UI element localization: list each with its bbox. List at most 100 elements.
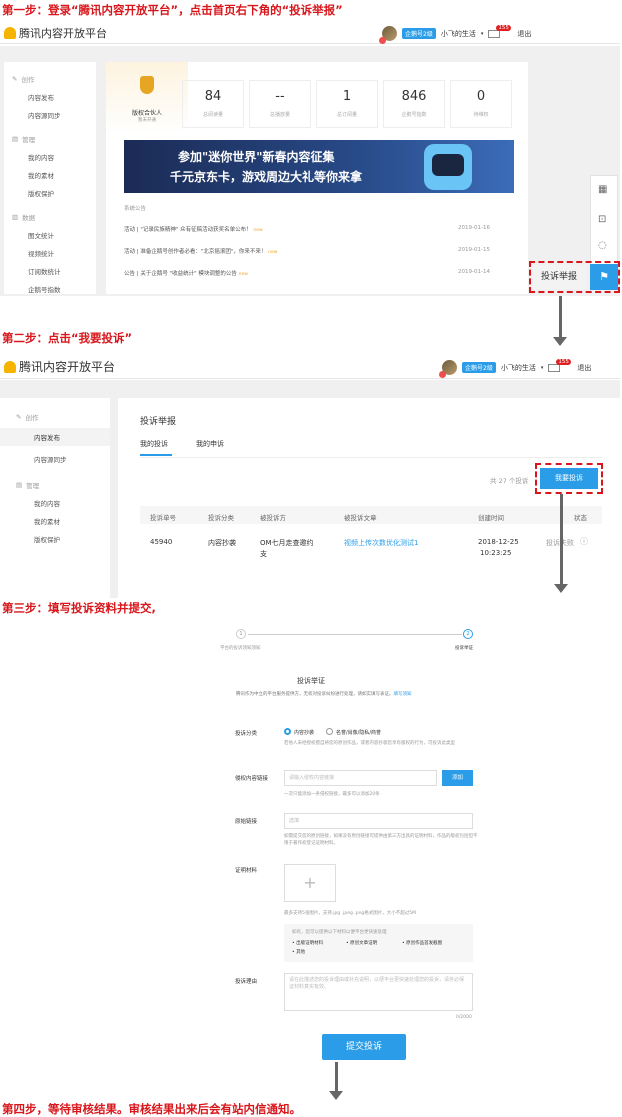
- report-tooltip[interactable]: 投诉举报: [532, 265, 586, 289]
- reason-label: 投诉理由: [235, 979, 258, 985]
- level-badge: 企鹅号2级: [402, 28, 436, 39]
- report-panel: [118, 398, 620, 598]
- tab-my-appeals[interactable]: 我的申诉: [196, 439, 224, 449]
- header-1: 腾讯内容开放平台 企鹅号2级 小飞的生活 ▾ 155 退出: [0, 22, 620, 44]
- submit-button[interactable]: 提交投诉: [322, 1034, 406, 1060]
- col-status: 状态: [574, 514, 587, 522]
- link-label: 侵权内容链接: [235, 776, 269, 782]
- edit-icon: ✎: [16, 413, 22, 421]
- sidebar-item-publish[interactable]: 内容发布: [12, 92, 88, 102]
- col-target: 被投诉方: [260, 514, 286, 522]
- flag-icon[interactable]: ⚑: [590, 264, 618, 290]
- logo[interactable]: 腾讯内容开放平台: [4, 25, 107, 41]
- sidebar-item-my-material[interactable]: 我的素材: [0, 516, 110, 526]
- username[interactable]: 小飞的生活: [441, 29, 476, 39]
- col-category: 投诉分类: [208, 514, 234, 522]
- dashboard-main: 版权合伙人 暂未开通 84 总阅读量 -- 总播放量 1 总订阅量 846 企鹅号指数 …: [106, 62, 528, 294]
- active-tab-underline: [140, 454, 172, 456]
- notice-date: 2019-01-14: [458, 269, 490, 275]
- avatar[interactable]: [379, 26, 397, 44]
- bell-logo-icon: [4, 27, 16, 39]
- sidebar-item-copyright[interactable]: 版权保护: [0, 534, 110, 544]
- sidebar-item-video-stats[interactable]: 视频统计: [12, 248, 88, 258]
- radio-reputation[interactable]: [326, 728, 333, 735]
- sidebar-item-sub-stats[interactable]: 订阅数统计: [12, 266, 88, 276]
- char-counter: 0/2000: [456, 1015, 472, 1020]
- floating-toolbar: ▦ ⊡ ◌: [590, 175, 618, 267]
- col-article: 被投诉文章: [344, 514, 377, 522]
- tab-divider: [140, 457, 602, 458]
- copyright-partner-badge[interactable]: 版权合伙人 暂未开通: [106, 62, 188, 134]
- category-label: 投诉分类: [235, 731, 258, 737]
- bell-logo-icon: [4, 360, 16, 373]
- logo[interactable]: 腾讯内容开放平台: [4, 358, 115, 375]
- arrow-down-icon: [553, 337, 567, 346]
- stat-subscribe: 1 总订阅量: [316, 80, 378, 128]
- sidebar-item-copyright[interactable]: 版权保护: [12, 188, 88, 198]
- col-id: 投诉单号: [150, 514, 176, 522]
- progress-line: [248, 634, 462, 635]
- add-button[interactable]: 添加: [442, 770, 473, 786]
- qrcode-icon[interactable]: ▦: [598, 184, 607, 195]
- link-input[interactable]: 请输入侵权内容链接: [284, 770, 437, 786]
- reason-textarea[interactable]: 请在此描述您的投诉理由或补充说明，以便平台更快速处理您的投诉，请务必保证材料真实…: [284, 973, 473, 1011]
- mail-icon[interactable]: 155: [488, 24, 511, 38]
- mail-icon[interactable]: 155: [548, 358, 571, 372]
- stat-read: 84 总阅读量: [182, 80, 244, 128]
- step2-instruction: 第二步：点击“我要投诉”: [2, 331, 133, 345]
- chat-icon[interactable]: ◌: [598, 240, 607, 251]
- notice-date: 2019-01-16: [458, 225, 490, 231]
- source-label: 原始链接: [235, 819, 258, 825]
- step1-instruction: 第一步：登录“腾讯内容开放平台”，点击首页右下角的“投诉举报”: [2, 3, 343, 17]
- col-created: 创建时间: [478, 514, 504, 522]
- sidebar-item-my-content[interactable]: 我的内容: [0, 498, 110, 508]
- sidebar-item-my-material[interactable]: 我的素材: [12, 170, 88, 180]
- logout-link[interactable]: 退出: [577, 363, 591, 373]
- sidebar-item-sync[interactable]: 内容源同步: [12, 110, 88, 120]
- promo-banner[interactable]: 参加"迷你世界"新春内容征集 千元京东卡，游戏周边大礼等你来拿: [124, 140, 514, 193]
- sidebar-group-manage: ▤ 管理: [12, 135, 36, 144]
- medal-icon: [140, 76, 154, 94]
- progress-step1-label: 平台的投诉须知须知: [220, 646, 261, 651]
- sidebar-group-data: ▥ 数据: [12, 213, 36, 222]
- notice-item[interactable]: 活动 | 准备企鹅号创作者必看："北京摇滚团"，你来不来！ new: [124, 247, 277, 255]
- edit-icon: ✎: [12, 75, 18, 83]
- notice-item[interactable]: 公告 | 关于企鹅号 "收益统计" 模块调整的公告 new: [124, 269, 248, 277]
- guide-link[interactable]: 填写须知: [394, 692, 412, 697]
- stat-play: -- 总播放量: [249, 80, 311, 128]
- logout-link[interactable]: 退出: [517, 29, 531, 39]
- sidebar-item-sync[interactable]: 内容源同步: [0, 454, 110, 464]
- info-icon[interactable]: ⓘ: [580, 536, 588, 547]
- report-button[interactable]: 我要投诉: [540, 468, 598, 489]
- form-intro: 腾讯作为中立的平台服务提供方，无权对投诉纠纷进行处理，请如实填写表证。填写须知: [236, 692, 412, 697]
- chevron-down-icon[interactable]: ▾: [541, 365, 544, 371]
- notice-item[interactable]: 活动 | "记录民族精神" 众有征稿活动获奖名单公布！ new: [124, 225, 263, 233]
- source-input[interactable]: 选填: [284, 813, 473, 829]
- article-link[interactable]: 视频上传次数优化测试1: [344, 538, 418, 548]
- radio-content-copy[interactable]: [284, 728, 291, 735]
- form-title: 投诉举证: [297, 677, 325, 685]
- table-header: 投诉单号 投诉分类 被投诉方 被投诉文章 创建时间 状态: [140, 506, 602, 524]
- feedback-icon[interactable]: ⊡: [598, 214, 606, 225]
- avatar[interactable]: [439, 360, 457, 378]
- upload-plus-icon[interactable]: +: [284, 864, 336, 902]
- progress-step2-label: 投诉举证: [455, 646, 473, 651]
- mascot-image: [424, 144, 472, 190]
- arrow-down-icon: [554, 584, 568, 593]
- chevron-down-icon[interactable]: ▾: [481, 31, 484, 37]
- tab-my-complaints[interactable]: 我的投诉: [140, 439, 168, 449]
- link-hint: 一次只能添加一条侵权链接，最多可以添加20条: [284, 792, 380, 797]
- page-title: 投诉举报: [140, 417, 177, 427]
- arrow-line: [559, 296, 562, 338]
- arrow-line: [560, 494, 563, 586]
- sidebar-item-index[interactable]: 企鹅号指数: [12, 284, 88, 294]
- sidebar-item-article-stats[interactable]: 图文统计: [12, 230, 88, 240]
- header-user-area: 企鹅号2级 小飞的生活 ▾ 155 退出: [439, 358, 591, 378]
- username[interactable]: 小飞的生活: [501, 363, 536, 373]
- sidebar-item-publish[interactable]: 内容发布: [0, 428, 110, 446]
- progress-step-1: 1: [236, 629, 246, 639]
- sidebar-1: ✎ 创作 内容发布 内容源同步 ▤ 管理 我的内容 我的素材 版权保护 ▥ 数据 图文…: [4, 62, 96, 294]
- proof-label: 证明材料: [235, 868, 258, 874]
- progress-step-2: 2: [463, 629, 473, 639]
- sidebar-item-my-content[interactable]: 我的内容: [12, 152, 88, 162]
